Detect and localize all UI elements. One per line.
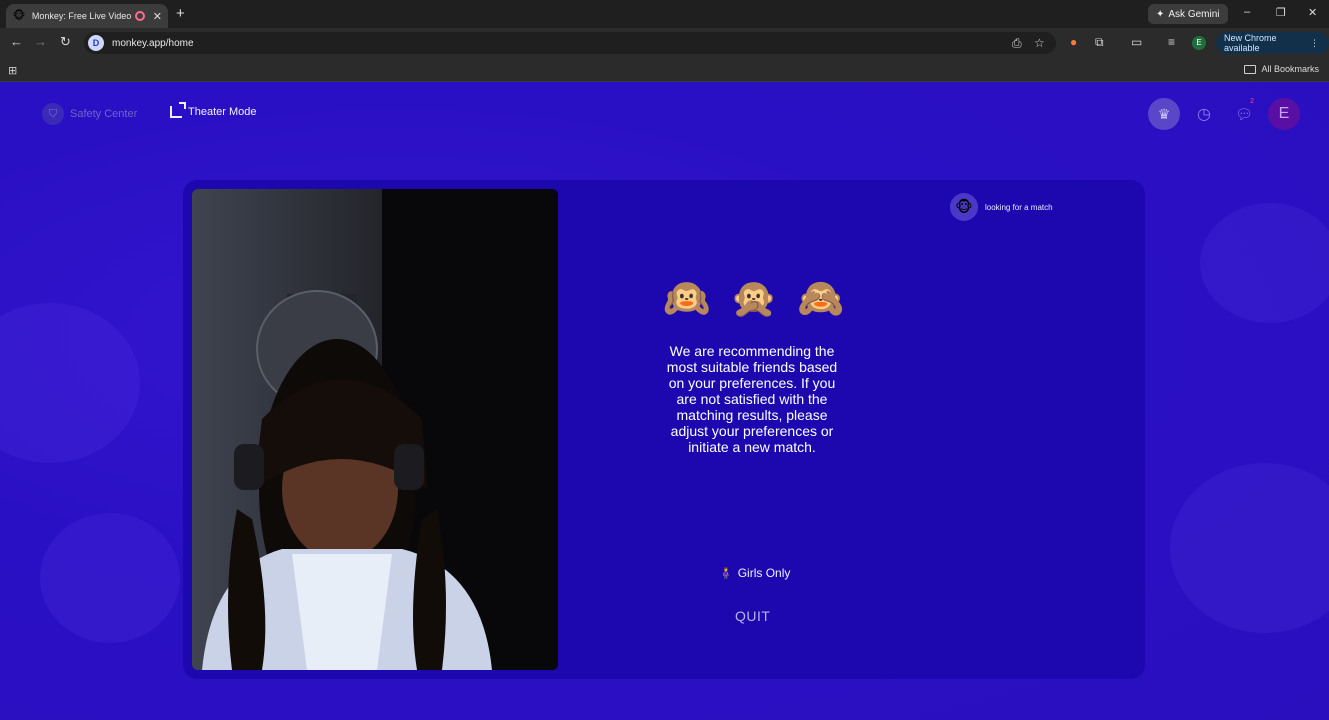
monkey-page: ⛉ Safety Center Theater Mode ♛ ◷ 💬︎ 2 E	[0, 83, 1329, 720]
girls-only-filter[interactable]: 🧍‍♀️ Girls Only	[719, 566, 790, 580]
crown-button[interactable]: ♛	[1148, 98, 1180, 130]
three-monkeys: 🙉 🙊 🙈	[663, 276, 845, 322]
shield-icon: ⛉	[42, 103, 64, 125]
profile-avatar[interactable]: E	[1192, 36, 1206, 50]
site-info-icon[interactable]: D	[88, 35, 104, 51]
puzzle-icon[interactable]: ⧉	[1095, 36, 1104, 49]
close-window-button[interactable]: ✕	[1308, 6, 1317, 19]
match-status: 🐵 looking for a match	[950, 193, 1053, 221]
expand-icon	[170, 102, 186, 118]
all-bookmarks-button[interactable]: All Bookmarks	[1244, 64, 1319, 74]
more-menu-icon[interactable]: ⋮	[1310, 38, 1319, 49]
install-app-icon[interactable]: ⎙	[1012, 36, 1022, 51]
user-avatar[interactable]: E	[1268, 98, 1300, 130]
forward-arrow-icon[interactable]: →	[34, 35, 47, 49]
all-bookmarks-label: All Bookmarks	[1261, 64, 1319, 74]
new-chrome-available-button[interactable]: New Chrome available ⋮	[1216, 32, 1329, 54]
safety-center-link[interactable]: ⛉ Safety Center	[42, 103, 137, 125]
browser-toolbar: ← → ↻ D monkey.app/home ⎙ ☆ ● ⧉ ▭ ≡ E Ne…	[0, 28, 1329, 58]
media-control-icon[interactable]: ≡	[1168, 36, 1175, 49]
ask-gemini-button[interactable]: ✦ Ask Gemini	[1148, 4, 1228, 24]
chat-bubble-icon: 💬︎	[1235, 105, 1253, 122]
status-text: looking for a match	[985, 202, 1053, 212]
video-chat-panel: 🐵 looking for a match 🙉 🙊 🙈 We are recom…	[183, 180, 1145, 679]
ask-gemini-label: Ask Gemini	[1168, 8, 1220, 20]
recommendation-message: We are recommending the most suitable fr…	[666, 343, 838, 455]
see-no-evil-monkey-icon: 🙈	[797, 278, 845, 320]
hear-no-evil-monkey-icon: 🙉	[663, 278, 711, 320]
crown-icon: ♛	[1157, 105, 1171, 122]
extension-icon[interactable]: ●	[1070, 36, 1077, 49]
safety-center-label: Safety Center	[70, 108, 138, 120]
girls-only-label: Girls Only	[737, 566, 791, 580]
background-decoration	[40, 513, 180, 643]
self-camera-feed	[192, 189, 558, 670]
unread-badge: 2	[1250, 98, 1254, 105]
new-tab-button[interactable]: +	[176, 6, 185, 21]
active-tab[interactable]: 🐵 Monkey: Free Live Video Ch ✕	[6, 4, 168, 28]
girl-icon: 🧍‍♀️	[719, 567, 733, 580]
sparkle-icon: ✦	[1156, 8, 1165, 20]
quit-button[interactable]: QUIT	[735, 608, 770, 624]
address-bar[interactable]: D monkey.app/home ⎙ ☆	[84, 32, 1056, 54]
minimize-button[interactable]: –	[1244, 6, 1250, 18]
history-button[interactable]: ◷	[1188, 98, 1220, 130]
close-tab-icon[interactable]: ✕	[153, 10, 162, 23]
clock-icon: ◷	[1197, 106, 1211, 123]
background-decoration	[0, 303, 140, 463]
background-decoration	[1170, 463, 1329, 633]
url-text: monkey.app/home	[112, 37, 194, 49]
reload-icon[interactable]: ↻	[60, 35, 71, 49]
theater-mode-button[interactable]: Theater Mode	[170, 102, 257, 118]
monkey-icon: 🐵	[12, 10, 26, 22]
restore-button[interactable]: ❐	[1276, 6, 1286, 19]
tab-bar: 🐵 Monkey: Free Live Video Ch ✕ + ✦ Ask G…	[0, 0, 1329, 28]
tab-title: Monkey: Free Live Video Ch	[31, 11, 131, 21]
new-chrome-label: New Chrome available	[1224, 33, 1277, 53]
background-decoration	[1200, 203, 1329, 323]
camera-image	[192, 189, 558, 670]
back-arrow-icon[interactable]: ←	[10, 35, 23, 49]
theater-mode-label: Theater Mode	[188, 106, 257, 118]
monkey-avatar-icon: 🐵	[950, 193, 978, 221]
speak-no-evil-monkey-icon: 🙊	[730, 278, 778, 320]
folder-icon	[1244, 64, 1257, 74]
bookmark-star-icon[interactable]: ☆	[1034, 36, 1045, 50]
apps-grid-icon[interactable]: ⊞	[8, 64, 17, 77]
bookmarks-bar: ⊞ All Bookmarks	[0, 58, 1329, 82]
messages-button[interactable]: 💬︎ 2	[1228, 98, 1260, 130]
recording-icon	[134, 11, 145, 21]
side-panel-icon[interactable]: ▭	[1131, 36, 1142, 49]
